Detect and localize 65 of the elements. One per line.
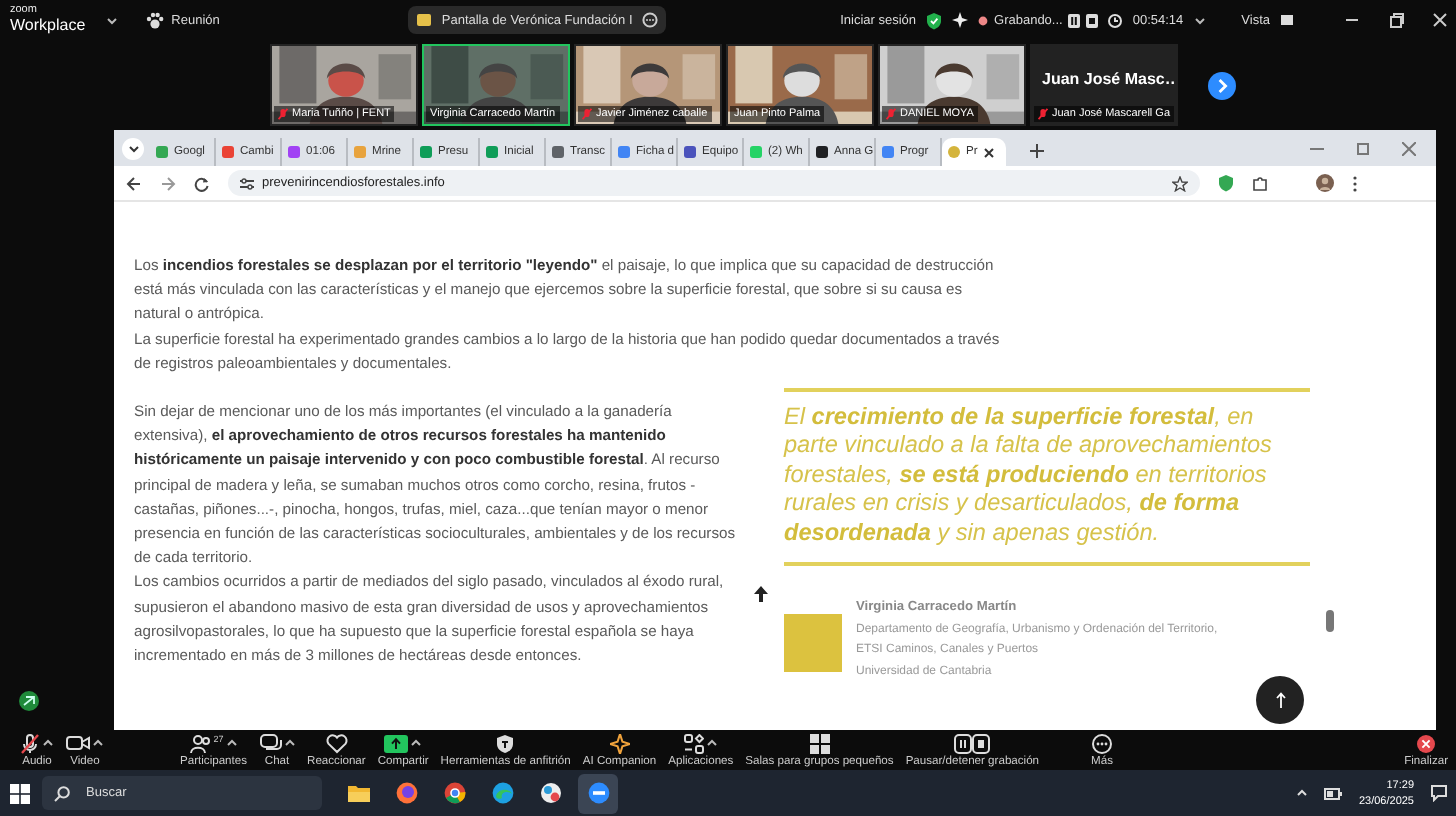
video-camera-icon[interactable] — [66, 733, 90, 751]
stop-icon[interactable] — [1086, 13, 1099, 27]
browser-globe-icon[interactable] — [443, 782, 465, 804]
shield-icon[interactable] — [496, 733, 515, 753]
muted-mic-icon[interactable] — [20, 733, 40, 753]
paw-icon — [145, 11, 164, 29]
close-icon[interactable] — [983, 147, 994, 157]
author-image — [784, 614, 842, 673]
pause-icon[interactable] — [1068, 13, 1081, 27]
caret-icon[interactable] — [1193, 15, 1206, 25]
clock-icon — [1108, 13, 1123, 27]
notification-icon[interactable] — [1430, 784, 1448, 802]
menu-icon[interactable] — [1352, 175, 1358, 191]
muted-mic-icon — [886, 108, 896, 120]
apps-icon[interactable] — [683, 733, 704, 753]
tab-search-button[interactable] — [122, 138, 144, 160]
reload-icon[interactable] — [194, 175, 210, 191]
sparkle-icon[interactable] — [952, 12, 969, 28]
chat-icon[interactable] — [259, 733, 282, 753]
avatar-icon[interactable] — [1316, 174, 1334, 192]
caret-icon[interactable] — [42, 737, 54, 747]
pull-quote: El crecimiento de la superficie forestal, en parte vinculado a la falta de aprovechamientos forestales, se está produciendo en territorios rurales en crisis y desarticulados, de forma desordenada y sin apenas gestión. — [784, 388, 1310, 567]
people-icon[interactable] — [189, 733, 212, 753]
caret-icon[interactable] — [410, 737, 423, 747]
end-call-icon[interactable] — [1416, 733, 1437, 753]
caret-icon[interactable] — [225, 737, 238, 747]
arrow-up-icon[interactable] — [1275, 692, 1285, 708]
caret-icon[interactable] — [127, 144, 139, 154]
photos-app-icon[interactable] — [539, 782, 561, 804]
browser-globe-icon[interactable] — [491, 782, 513, 804]
rooms-icon[interactable] — [809, 733, 830, 753]
caret-icon[interactable] — [105, 15, 118, 25]
pause-stop-icon[interactable] — [954, 733, 991, 753]
more-icon[interactable] — [1092, 733, 1112, 753]
shield-icon — [926, 11, 943, 29]
recording-dot-icon — [978, 15, 989, 25]
video-app-icon[interactable] — [587, 782, 609, 804]
muted-mic-icon — [582, 108, 592, 120]
site-settings-icon[interactable] — [240, 177, 254, 189]
next-page-icon[interactable] — [1208, 72, 1236, 100]
muted-mic-icon — [278, 108, 288, 120]
star-icon[interactable] — [1172, 175, 1188, 191]
arrow-up-icon — [754, 586, 768, 602]
sparkle-icon[interactable] — [609, 733, 630, 753]
caret-icon[interactable] — [705, 737, 718, 747]
new-tab-icon[interactable] — [1030, 144, 1044, 158]
windows-start-icon[interactable] — [10, 783, 30, 803]
taskbar-button[interactable] — [578, 773, 618, 813]
caret-icon[interactable] — [283, 737, 296, 747]
maximize-icon[interactable] — [1388, 12, 1404, 28]
browser-globe-icon[interactable] — [395, 782, 417, 804]
share-screen-icon[interactable] — [384, 733, 409, 753]
search-icon — [54, 785, 70, 801]
back-to-top-button[interactable] — [1256, 676, 1304, 724]
app-icon[interactable] — [18, 690, 40, 712]
scrollbar-thumb[interactable] — [1326, 610, 1334, 632]
muted-mic-icon — [1038, 108, 1048, 120]
heart-icon[interactable] — [325, 733, 348, 753]
participant-display-name: Juan José Masc… — [1042, 70, 1176, 88]
battery-icon[interactable] — [1324, 787, 1343, 799]
options-icon — [642, 12, 659, 28]
back-icon[interactable] — [126, 175, 142, 191]
grid-view-icon[interactable] — [1280, 14, 1294, 26]
forward-icon[interactable] — [160, 175, 176, 191]
caret-icon[interactable] — [92, 737, 104, 747]
